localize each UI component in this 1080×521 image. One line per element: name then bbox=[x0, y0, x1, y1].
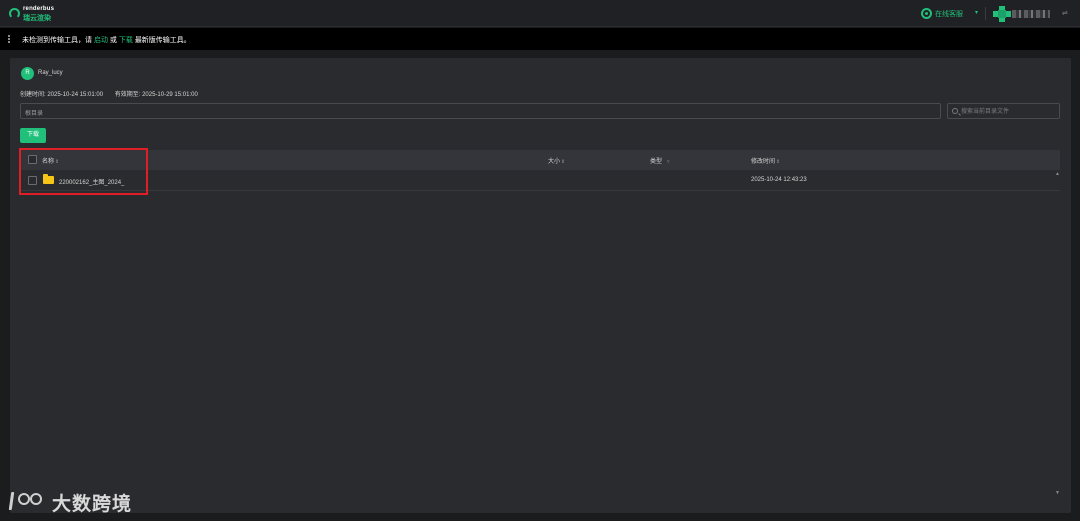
notice-or: 或 bbox=[109, 37, 117, 44]
transfer-tool-notice: 未检测到传输工具，请 启动 或 下载 最新版传输工具。 bbox=[0, 28, 1080, 50]
column-modified-label: 修改时间 bbox=[751, 159, 776, 165]
loading-icon bbox=[8, 35, 14, 43]
created-time: 创建时间: 2025-10-24 15:01:00 bbox=[20, 92, 104, 98]
column-size-label: 大小 bbox=[548, 159, 561, 165]
search-box[interactable] bbox=[947, 103, 1060, 119]
share-panel: R Ray_lucy 创建时间: 2025-10-24 15:01:00 有效期… bbox=[10, 58, 1071, 513]
expiry-time: 有效期至: 2025-10-29 15:01:00 bbox=[114, 92, 198, 98]
notice-text: 未检测到传输工具，请 启动 或 下载 最新版传输工具。 bbox=[22, 35, 191, 45]
user-avatar-icon[interactable] bbox=[993, 6, 1011, 22]
scroll-down-arrow[interactable]: ▼ bbox=[1055, 490, 1060, 496]
table-header: 名称⇕ 大小⇕ 类型 ▿ 修改时间⇕ bbox=[20, 150, 1060, 170]
download-button[interactable]: 下载 bbox=[20, 128, 46, 143]
scroll-up-arrow[interactable]: ▲ bbox=[1055, 171, 1060, 177]
highlight-annotation-box bbox=[19, 148, 148, 195]
logo-subtitle: 瑞云渲染 bbox=[23, 15, 51, 22]
share-dates: 创建时间: 2025-10-24 15:01:00 有效期至: 2025-10-… bbox=[20, 89, 198, 98]
launch-link[interactable]: 启动 bbox=[94, 37, 108, 44]
row-modified: 2025-10-24 12:43:23 bbox=[751, 177, 807, 183]
column-modified[interactable]: 修改时间⇕ bbox=[751, 156, 780, 165]
column-size[interactable]: 大小⇕ bbox=[548, 156, 565, 165]
renderbus-logo[interactable]: renderbus 瑞云渲染 bbox=[9, 5, 69, 23]
search-input[interactable] bbox=[961, 107, 1057, 116]
avatar: R bbox=[21, 67, 34, 80]
chevron-down-icon: ▾ bbox=[975, 10, 979, 16]
logo-icon bbox=[9, 8, 20, 19]
table-row[interactable]: 220002162_主图_2024_ 2025-10-24 12:43:23 bbox=[20, 170, 1060, 191]
online-support-label: 在线客服 bbox=[935, 11, 963, 18]
username-redacted[interactable] bbox=[1012, 10, 1050, 18]
top-bar: renderbus 瑞云渲染 在线客服 ▾ ⇌ bbox=[0, 0, 1080, 27]
sort-icon: ⇕ bbox=[776, 159, 781, 165]
column-type-label: 类型 bbox=[650, 159, 663, 165]
watermark-logo-icon bbox=[8, 490, 48, 512]
switch-icon[interactable]: ⇌ bbox=[1062, 9, 1068, 17]
column-type[interactable]: 类型 ▿ bbox=[650, 156, 670, 165]
notice-text-after: 最新版传输工具。 bbox=[134, 37, 191, 44]
download-link[interactable]: 下载 bbox=[119, 37, 133, 44]
share-owner-name: Ray_lucy bbox=[38, 70, 63, 76]
path-breadcrumb-field[interactable]: 根目录 bbox=[20, 103, 941, 119]
filter-icon: ▿ bbox=[667, 159, 670, 165]
watermark-text: 大数跨境 bbox=[52, 494, 133, 515]
headset-icon bbox=[921, 8, 932, 19]
notice-text-before: 未检测到传输工具，请 bbox=[22, 37, 92, 44]
logo-wordmark: renderbus bbox=[23, 6, 55, 12]
search-icon bbox=[952, 108, 958, 114]
sort-icon: ⇕ bbox=[561, 159, 566, 165]
divider bbox=[985, 7, 986, 20]
